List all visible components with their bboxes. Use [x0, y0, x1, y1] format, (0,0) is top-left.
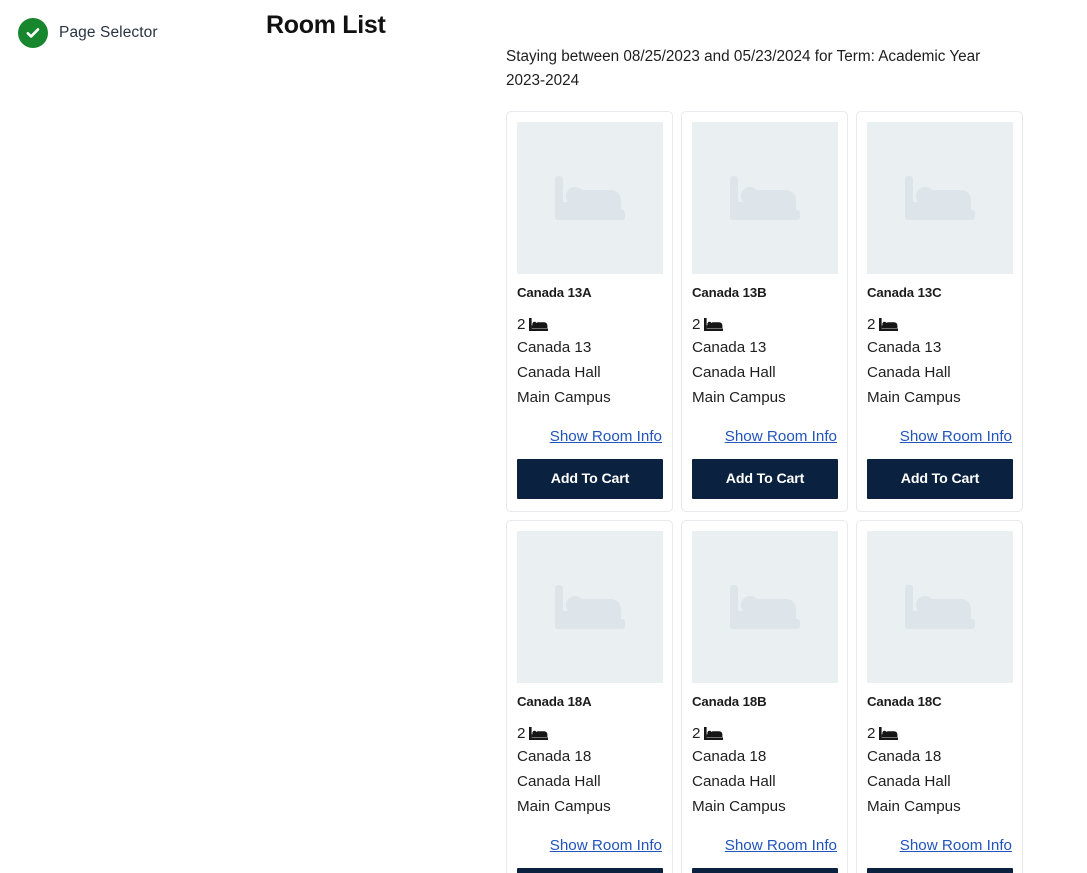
- page-selector-label: Page Selector: [59, 24, 158, 41]
- add-to-cart-button[interactable]: Add To Cart: [692, 459, 838, 499]
- card-spacer: [692, 819, 837, 832]
- room-thumbnail: [692, 122, 838, 274]
- room-thumbnail: [867, 531, 1013, 683]
- room-details: 2 Canada 18 Canada Hall Main Campus: [692, 723, 837, 819]
- room-thumbnail: [692, 531, 838, 683]
- bed-icon: [529, 727, 549, 740]
- show-room-info-row: Show Room Info: [867, 428, 1012, 446]
- room-building: Canada Hall: [867, 364, 951, 381]
- room-capacity: 2: [517, 723, 662, 744]
- page-selector[interactable]: Page Selector: [18, 18, 158, 48]
- card-spacer: [867, 819, 1012, 832]
- room-number: Canada 18: [517, 748, 592, 765]
- room-name: Canada 13C: [867, 285, 942, 300]
- room-building: Canada Hall: [692, 773, 776, 790]
- show-room-info-link[interactable]: Show Room Info: [900, 428, 1012, 445]
- show-room-info-row: Show Room Info: [517, 428, 662, 446]
- room-card: Canada 13B 2 Canada 13 Canada Hall Main Camp…: [681, 111, 848, 512]
- room-capacity: 2: [867, 723, 1012, 744]
- room-campus: Main Campus: [867, 389, 961, 406]
- room-number: Canada 13: [692, 339, 767, 356]
- room-card: Canada 18B 2 Canada 18 Canada Hall Main Camp…: [681, 520, 848, 873]
- room-campus: Main Campus: [692, 389, 786, 406]
- room-name: Canada 18C: [867, 694, 942, 709]
- room-details: 2 Canada 18 Canada Hall Main Campus: [517, 723, 662, 819]
- room-name: Canada 13A: [517, 285, 592, 300]
- show-room-info-row: Show Room Info: [692, 428, 837, 446]
- staying-summary-text: Staying between 08/25/2023 and 05/23/202…: [506, 48, 981, 89]
- room-name: Canada 18B: [692, 694, 767, 709]
- room-campus: Main Campus: [517, 798, 611, 815]
- results-panel: Staying between 08/25/2023 and 05/23/202…: [506, 45, 1087, 873]
- room-campus: Main Campus: [692, 798, 786, 815]
- room-number: Canada 13: [867, 339, 942, 356]
- room-card: Canada 18C 2 Canada 18 Canada Hall Main Camp…: [856, 520, 1023, 873]
- room-capacity: 2: [692, 723, 837, 744]
- room-thumbnail: [517, 531, 663, 683]
- room-building: Canada Hall: [517, 773, 601, 790]
- bed-icon: [704, 318, 724, 331]
- room-card-grid: Canada 13A 2 Canada 13 Canada Hall Main Camp…: [506, 111, 1047, 873]
- add-to-cart-button[interactable]: Add To Cart: [517, 459, 663, 499]
- show-room-info-link[interactable]: Show Room Info: [550, 428, 662, 445]
- room-number: Canada 13: [517, 339, 592, 356]
- bed-icon: [551, 579, 629, 635]
- bed-icon: [901, 170, 979, 226]
- add-to-cart-button[interactable]: Add To Cart: [867, 868, 1013, 873]
- room-building: Canada Hall: [867, 773, 951, 790]
- room-capacity-value: 2: [517, 316, 526, 333]
- room-capacity: 2: [517, 314, 662, 335]
- room-thumbnail: [867, 122, 1013, 274]
- room-card: Canada 13A 2 Canada 13 Canada Hall Main Camp…: [506, 111, 673, 512]
- bed-icon: [529, 318, 549, 331]
- room-thumbnail: [517, 122, 663, 274]
- room-list-page: Page Selector Room List Staying between …: [0, 0, 1087, 873]
- add-to-cart-button[interactable]: Add To Cart: [867, 459, 1013, 499]
- show-room-info-link[interactable]: Show Room Info: [550, 837, 662, 854]
- card-spacer: [517, 819, 662, 832]
- room-building: Canada Hall: [517, 364, 601, 381]
- room-capacity-value: 2: [867, 316, 876, 333]
- room-details: 2 Canada 18 Canada Hall Main Campus: [867, 723, 1012, 819]
- bed-icon: [551, 170, 629, 226]
- room-details: 2 Canada 13 Canada Hall Main Campus: [692, 314, 837, 410]
- room-capacity-value: 2: [692, 725, 701, 742]
- check-circle-icon: [18, 18, 48, 48]
- show-room-info-link[interactable]: Show Room Info: [725, 837, 837, 854]
- room-capacity-value: 2: [867, 725, 876, 742]
- room-building: Canada Hall: [692, 364, 776, 381]
- room-campus: Main Campus: [517, 389, 611, 406]
- add-to-cart-button[interactable]: Add To Cart: [692, 868, 838, 873]
- add-to-cart-button[interactable]: Add To Cart: [517, 868, 663, 873]
- bed-icon: [879, 727, 899, 740]
- show-room-info-row: Show Room Info: [867, 837, 1012, 855]
- show-room-info-link[interactable]: Show Room Info: [900, 837, 1012, 854]
- bed-icon: [726, 170, 804, 226]
- bed-icon: [901, 579, 979, 635]
- room-capacity: 2: [692, 314, 837, 335]
- room-number: Canada 18: [867, 748, 942, 765]
- room-name: Canada 18A: [517, 694, 592, 709]
- room-campus: Main Campus: [867, 798, 961, 815]
- bed-icon: [879, 318, 899, 331]
- room-number: Canada 18: [692, 748, 767, 765]
- room-capacity-value: 2: [517, 725, 526, 742]
- card-spacer: [692, 410, 837, 423]
- room-card: Canada 18A 2 Canada 18 Canada Hall Main Camp…: [506, 520, 673, 873]
- room-capacity-value: 2: [692, 316, 701, 333]
- room-details: 2 Canada 13 Canada Hall Main Campus: [867, 314, 1012, 410]
- room-card: Canada 13C 2 Canada 13 Canada Hall Main Camp…: [856, 111, 1023, 512]
- show-room-info-link[interactable]: Show Room Info: [725, 428, 837, 445]
- room-details: 2 Canada 13 Canada Hall Main Campus: [517, 314, 662, 410]
- page-title: Room List: [266, 11, 386, 39]
- room-name: Canada 13B: [692, 285, 767, 300]
- show-room-info-row: Show Room Info: [517, 837, 662, 855]
- card-spacer: [867, 410, 1012, 423]
- card-spacer: [517, 410, 662, 423]
- room-capacity: 2: [867, 314, 1012, 335]
- bed-icon: [704, 727, 724, 740]
- bed-icon: [726, 579, 804, 635]
- show-room-info-row: Show Room Info: [692, 837, 837, 855]
